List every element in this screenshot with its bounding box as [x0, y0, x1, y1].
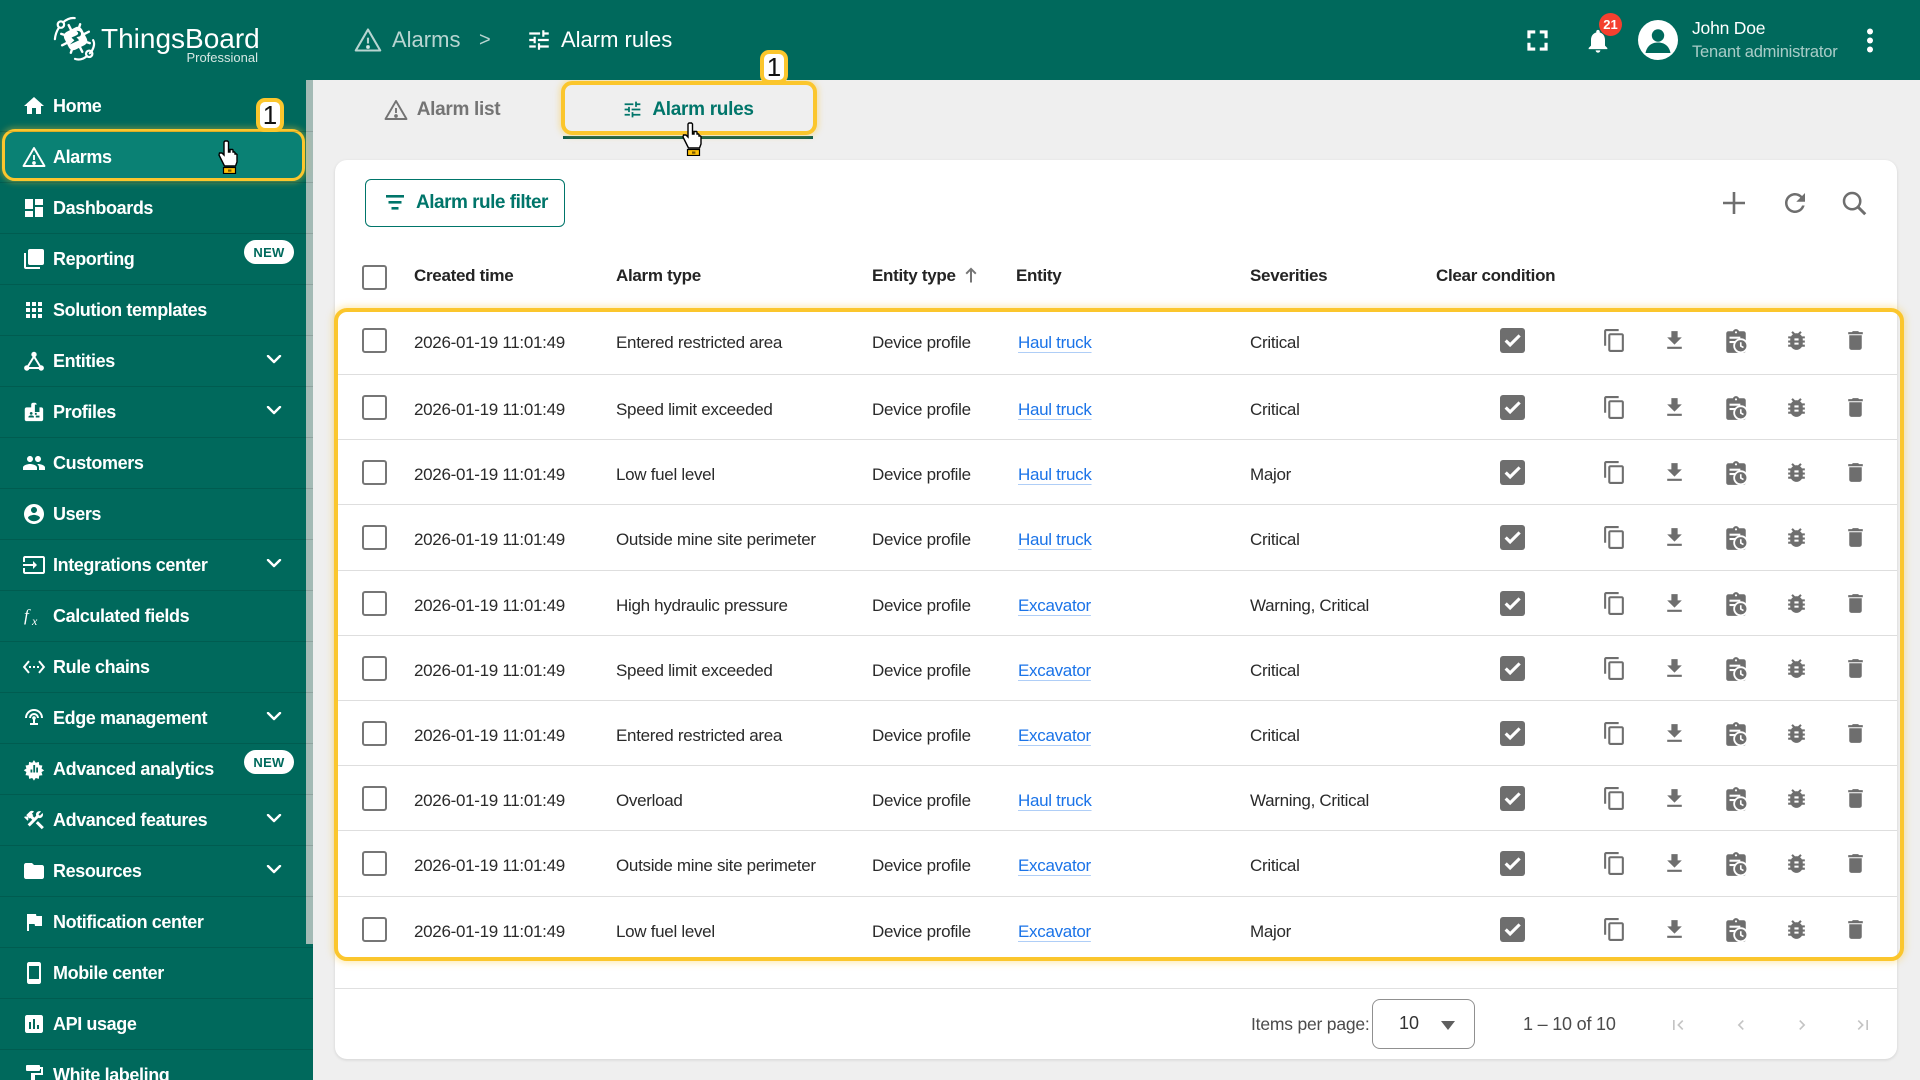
svg-text:x: x	[31, 614, 38, 628]
svg-text:f: f	[24, 606, 31, 625]
